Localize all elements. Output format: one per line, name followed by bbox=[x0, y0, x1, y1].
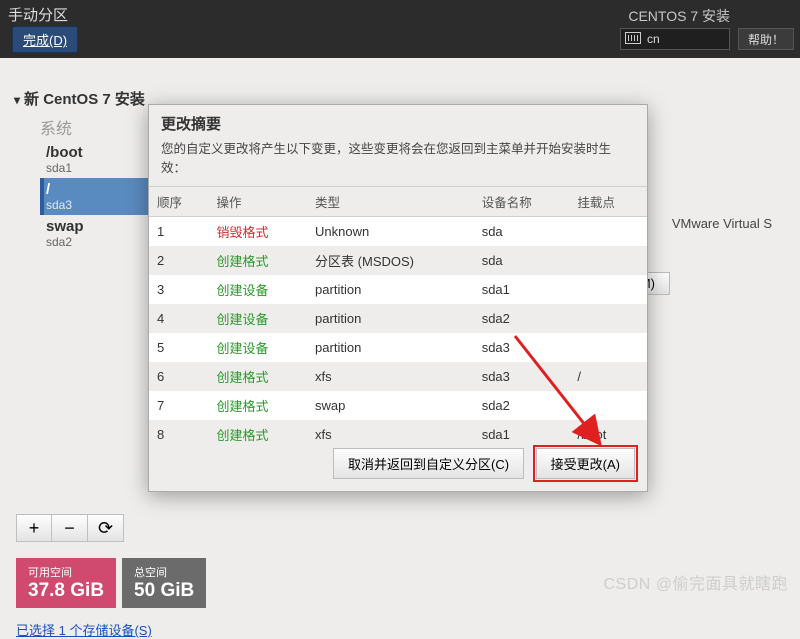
table-row[interactable]: 2创建格式分区表 (MSDOS)sda bbox=[149, 246, 647, 275]
keyboard-layout: cn bbox=[647, 32, 660, 46]
table-row[interactable]: 8创建格式xfssda1/boot bbox=[149, 420, 647, 449]
help-button[interactable]: 帮助！ bbox=[738, 28, 794, 50]
cell-operation: 创建设备 bbox=[208, 275, 307, 304]
table-row[interactable]: 1销毁格式Unknownsda bbox=[149, 217, 647, 247]
table-row[interactable]: 3创建设备partitionsda1 bbox=[149, 275, 647, 304]
device-info-label: VMware Virtual S bbox=[672, 216, 772, 231]
cell-type: Unknown bbox=[307, 217, 474, 247]
dialog-description: 您的自定义更改将产生以下变更，这些变更将会在您返回到主菜单并开始安装时生效： bbox=[149, 136, 647, 186]
dialog-buttons: 取消并返回到自定义分区(C) 接受更改(A) bbox=[325, 448, 635, 479]
cell-type: swap bbox=[307, 391, 474, 420]
cell-operation: 创建格式 bbox=[208, 246, 307, 275]
cell-type: partition bbox=[307, 275, 474, 304]
cancel-button[interactable]: 取消并返回到自定义分区(C) bbox=[333, 448, 524, 479]
cell-device: sda2 bbox=[474, 304, 570, 333]
top-bar: 手动分区 完成(D) CENTOS 7 安装 cn 帮助！ bbox=[0, 0, 800, 58]
page-title: 手动分区 bbox=[8, 4, 68, 25]
reload-button[interactable]: ⟳ bbox=[88, 514, 124, 542]
cell-device: sda2 bbox=[474, 391, 570, 420]
cell-operation: 销毁格式 bbox=[208, 217, 307, 247]
cell-operation: 创建格式 bbox=[208, 362, 307, 391]
available-space-tile: 可用空间 37.8 GiB bbox=[16, 558, 116, 608]
cell-mount bbox=[569, 275, 647, 304]
cell-operation: 创建设备 bbox=[208, 304, 307, 333]
cell-type: 分区表 (MSDOS) bbox=[307, 246, 474, 275]
keyboard-indicator[interactable]: cn bbox=[620, 28, 730, 50]
cell-type: partition bbox=[307, 333, 474, 362]
partition-edit-buttons: + − ⟳ bbox=[16, 514, 124, 542]
cell-mount bbox=[569, 217, 647, 247]
cell-type: xfs bbox=[307, 420, 474, 449]
change-summary-dialog: 更改摘要 您的自定义更改将产生以下变更，这些变更将会在您返回到主菜单并开始安装时… bbox=[148, 104, 648, 492]
available-space-label: 可用空间 bbox=[28, 567, 72, 579]
cell-order: 8 bbox=[149, 420, 208, 449]
col-mount[interactable]: 挂载点 bbox=[569, 187, 647, 217]
cell-mount bbox=[569, 304, 647, 333]
col-operation[interactable]: 操作 bbox=[208, 187, 307, 217]
col-order[interactable]: 顺序 bbox=[149, 187, 208, 217]
cell-operation: 创建格式 bbox=[208, 420, 307, 449]
cell-mount bbox=[569, 333, 647, 362]
table-row[interactable]: 4创建设备partitionsda2 bbox=[149, 304, 647, 333]
total-space-tile: 总空间 50 GiB bbox=[122, 558, 206, 608]
cell-order: 2 bbox=[149, 246, 208, 275]
col-device[interactable]: 设备名称 bbox=[474, 187, 570, 217]
keyboard-icon bbox=[625, 32, 641, 44]
accept-changes-button[interactable]: 接受更改(A) bbox=[536, 448, 635, 479]
available-space-value: 37.8 GiB bbox=[28, 580, 104, 602]
changes-table: 顺序 操作 类型 设备名称 挂载点 1销毁格式Unknownsda2创建格式分区… bbox=[149, 186, 647, 449]
cell-type: partition bbox=[307, 304, 474, 333]
cell-order: 7 bbox=[149, 391, 208, 420]
remove-partition-button[interactable]: − bbox=[52, 514, 88, 542]
cell-order: 4 bbox=[149, 304, 208, 333]
cell-device: sda3 bbox=[474, 333, 570, 362]
total-space-label: 总空间 bbox=[134, 567, 167, 579]
cell-order: 1 bbox=[149, 217, 208, 247]
cell-order: 6 bbox=[149, 362, 208, 391]
cell-device: sda bbox=[474, 217, 570, 247]
cell-mount: / bbox=[569, 362, 647, 391]
cell-device: sda1 bbox=[474, 420, 570, 449]
dialog-title: 更改摘要 bbox=[149, 105, 647, 136]
cell-device: sda1 bbox=[474, 275, 570, 304]
add-partition-button[interactable]: + bbox=[16, 514, 52, 542]
total-space-value: 50 GiB bbox=[134, 580, 194, 602]
done-button[interactable]: 完成(D) bbox=[12, 26, 78, 53]
space-tiles: 可用空间 37.8 GiB 总空间 50 GiB bbox=[16, 558, 206, 608]
cell-operation: 创建设备 bbox=[208, 333, 307, 362]
cell-device: sda bbox=[474, 246, 570, 275]
storage-devices-link[interactable]: 已选择 1 个存储设备(S) bbox=[16, 620, 152, 639]
table-row[interactable]: 6创建格式xfssda3/ bbox=[149, 362, 647, 391]
cell-mount: /boot bbox=[569, 420, 647, 449]
cell-order: 3 bbox=[149, 275, 208, 304]
cell-type: xfs bbox=[307, 362, 474, 391]
cell-operation: 创建格式 bbox=[208, 391, 307, 420]
col-type[interactable]: 类型 bbox=[307, 187, 474, 217]
cell-order: 5 bbox=[149, 333, 208, 362]
table-row[interactable]: 7创建格式swapsda2 bbox=[149, 391, 647, 420]
cell-mount bbox=[569, 391, 647, 420]
installer-title: CENTOS 7 安装 bbox=[628, 6, 730, 26]
cell-device: sda3 bbox=[474, 362, 570, 391]
cell-mount bbox=[569, 246, 647, 275]
table-row[interactable]: 5创建设备partitionsda3 bbox=[149, 333, 647, 362]
